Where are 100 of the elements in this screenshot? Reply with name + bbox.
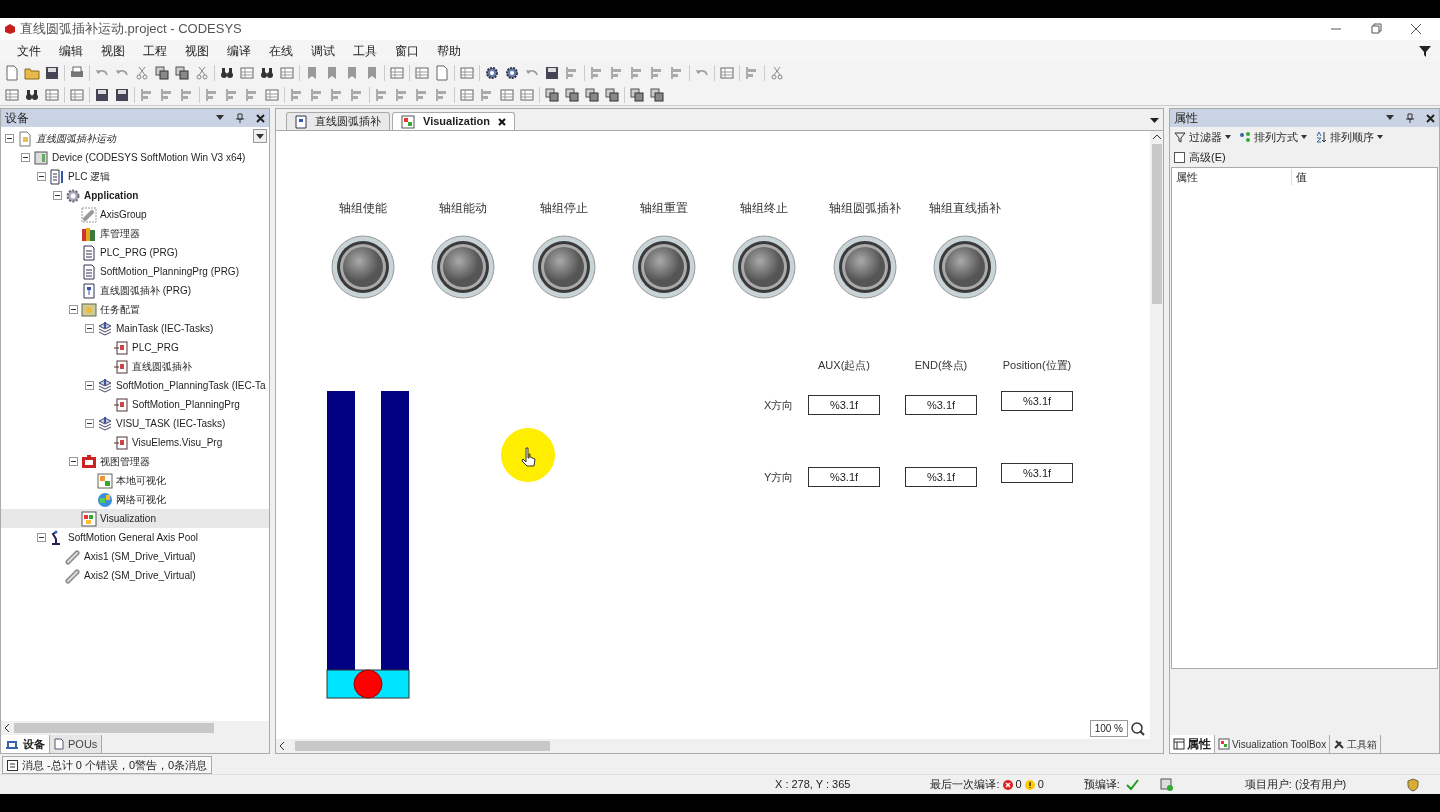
grid-icon[interactable] xyxy=(414,65,430,81)
collapse-icon[interactable] xyxy=(69,305,78,314)
tree-item[interactable]: Device (CODESYS SoftMotion Win V3 x64) xyxy=(1,148,269,167)
tree-item[interactable]: 本地可视化 xyxy=(1,471,269,490)
grid-icon[interactable] xyxy=(264,86,280,103)
panel-tab[interactable]: Visualization ToolBox xyxy=(1215,735,1331,753)
zoom-field[interactable]: 100 % xyxy=(1089,720,1128,737)
layers-icon[interactable] xyxy=(544,86,560,103)
tree-item[interactable]: VisuElems.Visu_Prg xyxy=(1,433,269,452)
grid-icon[interactable] xyxy=(459,86,475,103)
collapse-icon[interactable] xyxy=(69,457,78,466)
collapse-icon[interactable] xyxy=(85,381,94,390)
layers-icon[interactable] xyxy=(174,65,190,81)
menu-item[interactable]: 调试 xyxy=(302,42,344,60)
tree-item[interactable]: 网络可视化 xyxy=(1,490,269,509)
tree-item[interactable]: Application xyxy=(1,186,269,205)
binoculars-icon[interactable] xyxy=(259,65,275,81)
scissors-icon[interactable] xyxy=(769,65,785,81)
menu-item[interactable]: 在线 xyxy=(260,42,302,60)
round-button[interactable] xyxy=(531,235,596,299)
tree-item[interactable]: 任务配置 xyxy=(1,300,269,319)
collapse-icon[interactable] xyxy=(5,134,14,143)
layers-icon[interactable] xyxy=(564,86,580,103)
editor-tab[interactable]: Visualization xyxy=(392,112,516,130)
tree-item[interactable]: MainTask (IEC-Tasks) xyxy=(1,319,269,338)
menu-item[interactable]: 文件 xyxy=(8,42,50,60)
round-button[interactable] xyxy=(732,235,797,299)
layers-icon[interactable] xyxy=(649,86,665,103)
collapse-icon[interactable] xyxy=(85,324,94,333)
tree-item[interactable]: SoftMotion_PlanningPrg xyxy=(1,395,269,414)
scroll-thumb[interactable] xyxy=(295,741,550,751)
tree-item[interactable]: VISU_TASK (IEC-Tasks) xyxy=(1,414,269,433)
filter-icon[interactable] xyxy=(1418,44,1432,58)
gear-icon[interactable] xyxy=(484,65,500,81)
dropdown-button[interactable] xyxy=(253,129,267,143)
zoom-icon[interactable] xyxy=(1130,720,1146,737)
gear-icon[interactable] xyxy=(504,65,520,81)
scroll-thumb[interactable] xyxy=(1151,144,1162,304)
tree-item[interactable]: PLC_PRG xyxy=(1,338,269,357)
menu-item[interactable]: 视图 xyxy=(176,42,218,60)
layers-icon[interactable] xyxy=(154,65,170,81)
panel-tab[interactable]: POUs xyxy=(50,735,103,753)
layers-icon[interactable] xyxy=(629,86,645,103)
round-button[interactable] xyxy=(832,235,897,299)
menu-item[interactable]: 工具 xyxy=(344,42,386,60)
toolbar-button[interactable]: 排列顺序 xyxy=(1315,128,1383,146)
grid-icon[interactable] xyxy=(389,65,405,81)
scissors-icon[interactable] xyxy=(134,65,150,81)
pin-icon[interactable] xyxy=(1406,113,1414,123)
grid-icon[interactable] xyxy=(69,86,85,103)
dropdown-icon[interactable] xyxy=(216,115,224,121)
collapse-icon[interactable] xyxy=(21,153,30,162)
panel-tab[interactable]: 工具箱 xyxy=(1330,735,1382,753)
tree-item[interactable]: SoftMotion General Axis Pool xyxy=(1,528,269,547)
tree-item[interactable]: Axis2 (SM_Drive_Virtual) xyxy=(1,566,269,585)
tree-item[interactable]: 库管理器 xyxy=(1,224,269,243)
vertical-scrollbar[interactable] xyxy=(1150,131,1163,739)
round-button[interactable] xyxy=(431,235,496,299)
round-button[interactable] xyxy=(331,235,395,299)
pin-icon[interactable] xyxy=(236,113,244,123)
menu-item[interactable]: 编辑 xyxy=(50,42,92,60)
tree-item[interactable]: AxisGroup xyxy=(1,205,269,224)
grid-icon[interactable] xyxy=(499,86,515,103)
collapse-icon[interactable] xyxy=(53,191,62,200)
dropdown-icon[interactable] xyxy=(1386,115,1394,121)
messages-tab[interactable]: 消息 -总计 0 个错误，0警告，0条消息 xyxy=(2,756,213,774)
editor-tab[interactable]: 直线圆弧插补 xyxy=(286,112,390,130)
menu-item[interactable]: 工程 xyxy=(134,42,176,60)
horizontal-scrollbar[interactable] xyxy=(276,739,1163,753)
document-icon[interactable] xyxy=(434,65,450,81)
binoculars-icon[interactable] xyxy=(219,65,235,81)
tree-item[interactable]: PLC_PRG (PRG) xyxy=(1,243,269,262)
collapse-icon[interactable] xyxy=(37,533,46,542)
close-icon[interactable] xyxy=(256,113,265,123)
panel-tab[interactable]: 属性 xyxy=(1170,735,1215,753)
scissors-icon[interactable] xyxy=(194,65,210,81)
tree-item[interactable]: 视图管理器 xyxy=(1,452,269,471)
horizontal-scrollbar[interactable] xyxy=(1,721,269,735)
round-button[interactable] xyxy=(631,235,696,299)
menu-item[interactable]: 窗口 xyxy=(386,42,428,60)
grid-icon[interactable] xyxy=(719,65,735,81)
tree-item[interactable]: PLC 逻辑 xyxy=(1,167,269,186)
collapse-icon[interactable] xyxy=(37,172,46,181)
menu-item[interactable]: 帮助 xyxy=(428,42,470,60)
menu-item[interactable]: 编译 xyxy=(218,42,260,60)
grid-icon[interactable] xyxy=(459,65,475,81)
tree-item[interactable]: Visualization xyxy=(1,509,269,528)
layers-icon[interactable] xyxy=(584,86,600,103)
tree-item[interactable]: SoftMotion_PlanningTask (IEC-Ta xyxy=(1,376,269,395)
layers-icon[interactable] xyxy=(604,86,620,103)
panel-tab[interactable]: 设备 xyxy=(1,735,50,753)
tree-item[interactable]: 直线圆弧插补 (PRG) xyxy=(1,281,269,300)
document-icon[interactable] xyxy=(4,65,20,81)
tree-item[interactable]: 直线圆弧插补 xyxy=(1,357,269,376)
checkbox[interactable] xyxy=(1174,151,1185,163)
dropdown-icon[interactable] xyxy=(1150,118,1159,124)
close-icon[interactable] xyxy=(498,117,507,126)
close-icon[interactable] xyxy=(1426,113,1435,123)
round-button[interactable] xyxy=(932,235,997,299)
toolbar-button[interactable]: 过滤器 xyxy=(1174,128,1231,146)
